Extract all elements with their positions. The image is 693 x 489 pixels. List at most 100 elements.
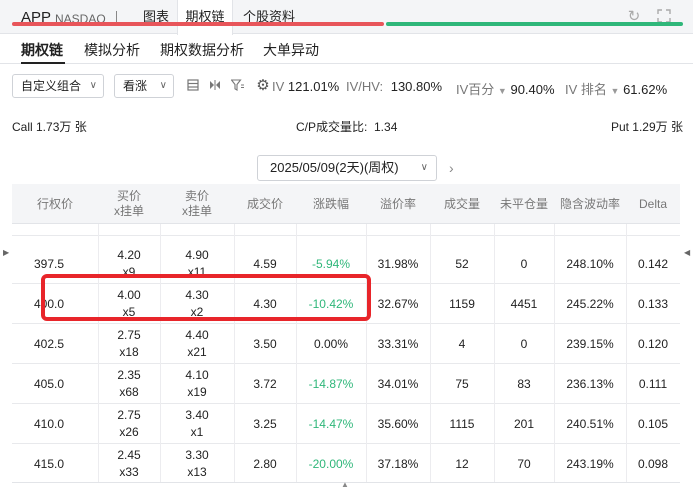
last-cell: 3.25 <box>234 404 296 444</box>
direction-dropdown-label: 看涨 <box>123 79 148 93</box>
change-cell: -20.00% <box>296 444 366 482</box>
last-cell: 3.50 <box>234 324 296 364</box>
iv-metric: IV 121.01% <box>272 79 340 94</box>
delta-cell-value: 0.111 <box>638 376 668 391</box>
implied-vol-cell: 240.51% <box>554 404 626 444</box>
gear-icon[interactable]: ⚙ <box>256 78 270 93</box>
volume-cell: 12 <box>430 444 494 482</box>
premium-cell-value: 33.31% <box>377 336 419 351</box>
th-volume[interactable]: 成交量 <box>430 184 494 224</box>
ask-cell: 4.10 x19 <box>160 364 234 404</box>
delta-cell: 0.105 <box>626 404 680 444</box>
put-volume: Put 1.29万 张 <box>610 120 683 134</box>
subtab-simulation[interactable]: 模拟分析 <box>84 40 140 60</box>
scroll-left-icon[interactable]: ▶ <box>3 248 9 257</box>
last-cell: 3.72 <box>234 364 296 404</box>
bid-cell: 2.75 x26 <box>98 404 160 444</box>
volume-cell-value: 4 <box>458 336 466 351</box>
bid-price: 4.20 <box>117 248 141 262</box>
bid-cell: 2.75 x18 <box>98 324 160 364</box>
bid-size: x18 <box>119 345 139 359</box>
chevron-down-icon: ∨ <box>159 80 167 91</box>
strike-cell-value: 410.0 <box>34 416 65 431</box>
th-last[interactable]: 成交价 <box>234 184 296 224</box>
table-row[interactable]: 415.0 2.45 x33 3.30 x13 2.80 -20.00% 37.18% 12 70… <box>12 444 680 482</box>
open-interest-cell: 70 <box>494 444 554 482</box>
premium-cell: 31.98% <box>366 244 430 284</box>
implied-vol-cell-value: 245.22% <box>566 296 614 311</box>
put-volume-bar <box>386 22 683 26</box>
th-implied-vol[interactable]: 隐含波动率 <box>554 184 626 224</box>
chevron-right-icon[interactable]: › <box>449 160 454 176</box>
column-divider <box>366 184 367 482</box>
highlight-box <box>41 274 371 321</box>
th-premium[interactable]: 溢价率 <box>366 184 430 224</box>
premium-cell: 34.01% <box>366 364 430 404</box>
bid-price: 2.45 <box>117 448 141 462</box>
th-ask[interactable]: 卖价 x挂单 <box>160 184 234 224</box>
open-interest-cell: 201 <box>494 404 554 444</box>
volume-cell: 4 <box>430 324 494 364</box>
list-view-icon[interactable] <box>186 79 200 93</box>
sub-tabs: 期权链 模拟分析 期权数据分析 大单异动 <box>0 34 693 64</box>
ask-price: 3.40 <box>185 408 209 422</box>
premium-cell: 33.31% <box>366 324 430 364</box>
bid-price: 2.75 <box>117 328 141 342</box>
direction-dropdown[interactable]: 看涨 ∨ <box>114 74 174 98</box>
t-shape-view-icon[interactable] <box>208 79 222 93</box>
resize-handle-icon[interactable]: ▲ <box>341 480 349 489</box>
volume-cell-value: 52 <box>455 256 469 271</box>
table-row[interactable]: 405.0 2.35 x68 4.10 x19 3.72 -14.87% 34.01% 75 83… <box>12 364 680 404</box>
column-divider <box>554 184 555 482</box>
th-change[interactable]: 涨跌幅 <box>296 184 366 224</box>
caret-down-icon: ▼ <box>497 86 507 96</box>
volume-cell-value: 1159 <box>449 296 475 311</box>
change-cell-value: -20.00% <box>308 456 354 471</box>
iv-rank-metric[interactable]: IV 排名 ▼ 61.62% <box>565 79 667 98</box>
delta-cell-value: 0.105 <box>637 416 669 431</box>
combo-dropdown[interactable]: 自定义组合 ∨ <box>12 74 104 98</box>
change-cell-value: -5.94% <box>311 256 351 271</box>
table-row[interactable]: 410.0 2.75 x26 3.40 x1 3.25 -14.47% 35.60% 1115 2… <box>12 404 680 444</box>
strike-cell-value: 402.5 <box>34 336 65 351</box>
tab-option-chain[interactable]: 期权链 <box>177 0 233 35</box>
th-strike[interactable]: 行权价 <box>12 184 98 224</box>
subtab-block-trades[interactable]: 大单异动 <box>263 40 319 60</box>
implied-vol-cell: 236.13% <box>554 364 626 404</box>
th-delta[interactable]: Delta <box>626 184 680 224</box>
tab-stock-profile[interactable]: 个股资料 <box>236 0 302 34</box>
strike-cell: 410.0 <box>12 404 98 444</box>
delta-cell-value: 0.098 <box>637 456 669 471</box>
scroll-right-icon[interactable]: ◀ <box>684 248 690 257</box>
delta-cell: 0.142 <box>626 244 680 284</box>
subtab-option-chain[interactable]: 期权链 <box>21 40 63 60</box>
change-cell: 0.00% <box>296 324 366 364</box>
column-divider <box>160 184 161 482</box>
implied-vol-cell-value: 248.10% <box>566 256 614 271</box>
column-divider <box>296 184 297 482</box>
ask-size: x13 <box>187 465 207 479</box>
premium-cell-value: 34.01% <box>377 376 419 391</box>
expiry-dropdown[interactable]: 2025/05/09(2天)(周权) ∨ <box>257 155 437 181</box>
iv-percentile-metric[interactable]: IV百分 ▼ 90.40% <box>456 79 555 98</box>
delta-cell-value: 0.142 <box>637 256 669 271</box>
delta-cell: 0.111 <box>626 364 680 404</box>
last-cell-value: 3.25 <box>253 416 277 431</box>
open-interest-cell-value: 4451 <box>510 296 538 311</box>
bid-price: 2.35 <box>117 368 141 382</box>
open-interest-cell: 4451 <box>494 284 554 324</box>
open-interest-cell-value: 83 <box>517 376 531 391</box>
implied-vol-cell: 243.19% <box>554 444 626 482</box>
bid-size: x26 <box>119 425 139 439</box>
tab-chart[interactable]: 图表 <box>136 0 176 34</box>
filter-bar: 自定义组合 ∨ 看涨 ∨ ⚙ IV 121.01% IV/HV: 130.80%… <box>0 72 693 102</box>
delta-cell: 0.098 <box>626 444 680 482</box>
filter-icon[interactable] <box>229 79 244 93</box>
th-bid[interactable]: 买价 x挂单 <box>98 184 160 224</box>
table-row[interactable]: 402.5 2.75 x18 4.40 x21 3.50 0.00% 33.31% 4 0 239.… <box>12 324 680 364</box>
change-cell: -14.47% <box>296 404 366 444</box>
subtab-option-analysis[interactable]: 期权数据分析 <box>160 40 244 60</box>
th-open-interest[interactable]: 未平仓量 <box>494 184 554 224</box>
caret-down-icon: ▼ <box>610 86 620 96</box>
column-divider <box>234 184 235 482</box>
